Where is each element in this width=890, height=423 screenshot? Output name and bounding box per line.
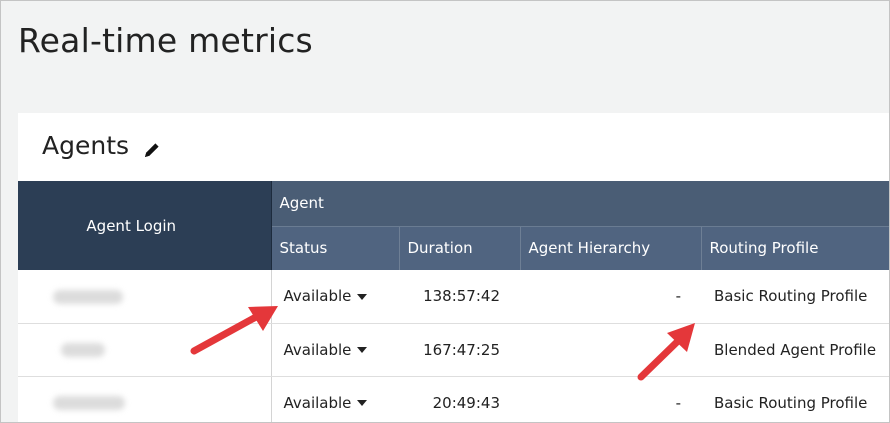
agent-hierarchy-cell (520, 323, 701, 377)
redacted-login (53, 396, 125, 410)
duration-cell: 138:57:42 (399, 270, 520, 324)
column-header-duration[interactable]: Duration (399, 226, 521, 270)
column-group-header-agent: Agent (271, 181, 889, 227)
panel-header: Agents (42, 131, 162, 160)
status-value[interactable]: Available (284, 287, 352, 305)
column-header-agent-hierarchy[interactable]: Agent Hierarchy (520, 226, 702, 270)
redacted-login (53, 289, 123, 304)
column-header-status[interactable]: Status (271, 226, 400, 270)
status-value[interactable]: Available (284, 341, 352, 359)
panel-title: Agents (42, 131, 130, 160)
table-row: Available 167:47:25 Blended Agent Profil… (18, 323, 889, 377)
duration-cell: 20:49:43 (399, 376, 520, 422)
routing-profile-cell: Blended Agent Profile (701, 323, 889, 377)
duration-cell: 167:47:25 (399, 323, 520, 377)
caret-down-icon[interactable] (357, 347, 368, 353)
agent-hierarchy-cell: - (520, 376, 701, 422)
caret-down-icon[interactable] (357, 400, 368, 406)
agent-login-cell (18, 376, 272, 422)
agents-table: Agent Login Agent Status Duration Agent … (18, 181, 889, 422)
status-value[interactable]: Available (284, 394, 352, 412)
status-cell[interactable]: Available (271, 323, 399, 377)
page-title: Real-time metrics (18, 21, 313, 60)
table-row: Available 20:49:43 - Basic Routing Profi… (18, 376, 889, 422)
agent-login-cell (18, 323, 272, 377)
pencil-icon[interactable] (142, 137, 162, 157)
column-header-routing-profile[interactable]: Routing Profile (701, 226, 889, 270)
caret-down-icon[interactable] (357, 293, 368, 300)
agents-panel: Agents Agent Login Agent Status Duration… (18, 113, 889, 422)
agent-login-cell (18, 270, 272, 324)
app-frame: Real-time metrics Agents Agent Login Age… (0, 0, 890, 423)
routing-profile-cell: Basic Routing Profile (701, 270, 889, 324)
redacted-login (61, 343, 105, 357)
agent-hierarchy-cell: - (520, 270, 701, 324)
column-header-agent-login[interactable]: Agent Login (18, 181, 272, 270)
status-cell[interactable]: Available (271, 270, 399, 324)
status-cell[interactable]: Available (271, 376, 399, 422)
table-header-row-group: Agent Login Agent (18, 181, 889, 270)
table-row: Available 138:57:42 - Basic Routing Prof… (18, 270, 889, 324)
routing-profile-cell: Basic Routing Profile (701, 376, 889, 422)
